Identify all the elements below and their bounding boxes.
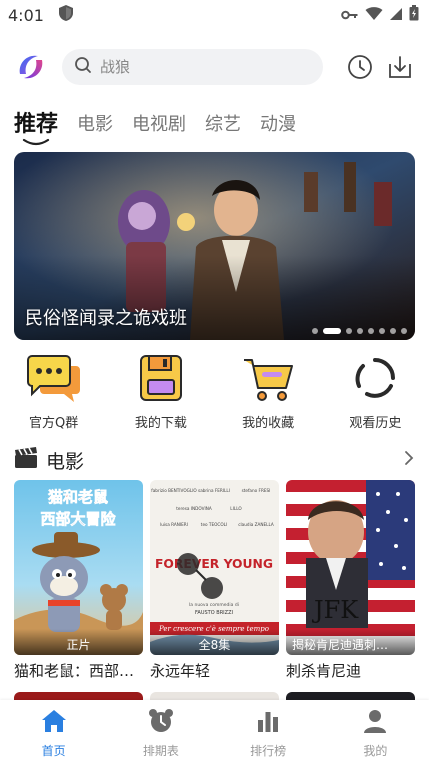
quick-actions: 官方Q群 我的下载 我的收藏 观看历史	[0, 352, 429, 436]
nav-label: 排行榜	[250, 744, 287, 758]
movie-poster-peek[interactable]	[286, 692, 415, 700]
banner-title: 民俗怪闻录之诡戏班	[25, 308, 187, 329]
nav-home[interactable]: 首页	[0, 700, 107, 762]
tab-movies[interactable]: 电影	[77, 104, 113, 136]
poster-credit: LILLO	[230, 506, 242, 511]
pagination-dot[interactable]	[357, 328, 363, 334]
quick-label: 观看历史	[349, 416, 402, 431]
chevron-right-icon[interactable]	[403, 450, 415, 470]
wifi-icon	[365, 6, 383, 25]
tab-tv-series[interactable]: 电视剧	[132, 104, 186, 136]
poster-director: FAUSTO BRIZZI	[195, 610, 233, 616]
download-icon[interactable]	[385, 52, 415, 82]
episode-badge: 揭秘肯尼迪遇刺…	[286, 629, 415, 655]
nav-label: 首页	[41, 744, 66, 758]
pagination-dot[interactable]	[312, 328, 318, 334]
quick-my-favorites[interactable]: 我的收藏	[215, 352, 322, 436]
signal-icon	[389, 6, 403, 25]
poster-title: 猫和老鼠	[48, 488, 108, 506]
pagination-dot[interactable]	[379, 328, 385, 334]
movie-card[interactable]: fabrizio BENTIVOGLIO sabrina FERILLI ste…	[150, 480, 279, 681]
nav-label: 我的	[363, 744, 388, 758]
tab-anime[interactable]: 动漫	[260, 104, 296, 136]
poster-subtitle: 西部大冒险	[40, 510, 116, 528]
movies-section-header[interactable]: 电影	[14, 444, 415, 476]
episode-badge: 正片	[14, 629, 143, 655]
episode-badge: 全8集	[150, 629, 279, 655]
download-box-icon	[133, 352, 189, 404]
tab-recommended[interactable]: 推荐	[14, 104, 58, 146]
movie-title: 猫和老鼠：西部大冒险	[14, 662, 143, 680]
movie-poster[interactable]: fabrizio BENTIVOGLIO sabrina FERILLI ste…	[150, 480, 279, 655]
movie-poster[interactable]: JFK 揭秘肯尼迪遇刺…	[286, 480, 415, 655]
movie-list-next-row	[14, 692, 415, 700]
user-icon	[361, 708, 389, 738]
poster-credit: claudia ZANELLA	[238, 522, 274, 527]
poster-credit: teo TEOCOLI	[201, 522, 227, 527]
pagination-dot[interactable]	[390, 328, 396, 334]
movie-poster-peek[interactable]	[14, 692, 143, 700]
poster-credit: stefano FRESI	[242, 488, 271, 493]
quick-watch-history[interactable]: 观看历史	[322, 352, 429, 436]
pagination-dot[interactable]	[401, 328, 407, 334]
movie-card[interactable]: JFK 揭秘肯尼迪遇刺… 刺杀肯尼迪	[286, 480, 415, 681]
poster-credit: fabrizio BENTIVOGLIO	[151, 488, 197, 493]
tab-variety[interactable]: 综艺	[205, 104, 241, 136]
alarm-clock-icon	[147, 708, 175, 738]
nav-label: 排期表	[142, 744, 179, 758]
history-ring-icon	[347, 352, 403, 404]
movie-title: 刺杀肯尼迪	[286, 662, 362, 680]
nav-profile[interactable]: 我的	[322, 700, 429, 762]
key-icon	[341, 6, 359, 25]
movie-list: 猫和老鼠 西部大冒险 正片 猫和老鼠：西部大冒险	[14, 480, 415, 681]
poster-title: JFK	[311, 596, 359, 624]
home-icon	[40, 708, 68, 738]
bottom-navigation: 首页 排期表 排行榜 我的	[0, 700, 429, 762]
poster-credit: teresa INDOVINA	[176, 506, 212, 511]
search-input[interactable]	[100, 58, 311, 76]
banner-pagination	[312, 328, 407, 334]
featured-banner[interactable]: 民俗怪闻录之诡戏班	[14, 152, 415, 340]
status-bar: 4:01	[0, 0, 429, 30]
shield-icon	[58, 4, 74, 26]
clapperboard-icon	[14, 447, 38, 473]
active-tab-indicator	[22, 138, 50, 146]
bar-chart-icon	[254, 708, 282, 738]
app-logo-icon	[14, 50, 48, 84]
search-bar[interactable]	[62, 49, 323, 85]
search-icon	[74, 56, 92, 78]
category-tabs: 推荐 电影 电视剧 综艺 动漫	[14, 104, 315, 148]
movie-poster-peek[interactable]	[150, 692, 279, 700]
history-clock-icon[interactable]	[345, 52, 375, 82]
pagination-dot[interactable]	[346, 328, 352, 334]
status-time: 4:01	[8, 5, 44, 25]
movie-poster[interactable]: 猫和老鼠 西部大冒险 正片	[14, 480, 143, 655]
poster-note: la nuova commedia di	[189, 602, 239, 608]
quick-label: 官方Q群	[29, 416, 79, 431]
app-header	[0, 46, 429, 88]
battery-icon	[409, 5, 419, 25]
quick-label: 我的下载	[134, 416, 187, 431]
cart-icon	[240, 352, 296, 404]
poster-title: FOREVER YOUNG	[155, 557, 273, 571]
pagination-dot[interactable]	[368, 328, 374, 334]
quick-official-qq-group[interactable]: 官方Q群	[0, 352, 107, 436]
nav-schedule[interactable]: 排期表	[107, 700, 214, 762]
poster-credit: sabrina FERILLI	[198, 488, 230, 493]
pagination-dot-active[interactable]	[323, 328, 341, 334]
section-title: 电影	[46, 450, 85, 473]
movie-title: 永远年轻	[150, 662, 211, 680]
nav-ranking[interactable]: 排行榜	[215, 700, 322, 762]
chat-icon	[26, 352, 82, 404]
quick-my-downloads[interactable]: 我的下载	[107, 352, 214, 436]
poster-credit: luisa RANIERI	[160, 522, 188, 527]
movie-card[interactable]: 猫和老鼠 西部大冒险 正片 猫和老鼠：西部大冒险	[14, 480, 143, 681]
quick-label: 我的收藏	[242, 416, 295, 431]
